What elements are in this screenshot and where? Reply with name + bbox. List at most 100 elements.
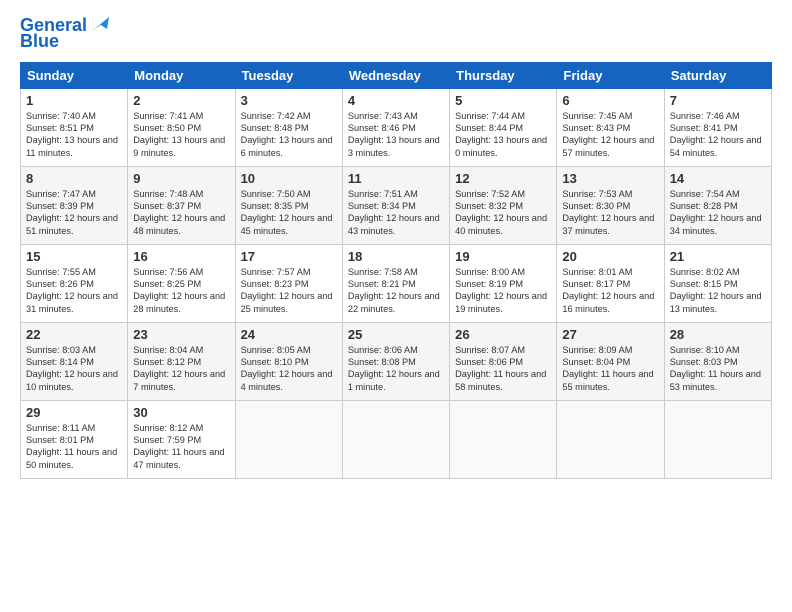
calendar-cell: 27 Sunrise: 8:09 AMSunset: 8:04 PMDaylig… xyxy=(557,322,664,400)
calendar-cell: 29 Sunrise: 8:11 AMSunset: 8:01 PMDaylig… xyxy=(21,400,128,478)
calendar-cell xyxy=(557,400,664,478)
calendar-cell: 9 Sunrise: 7:48 AMSunset: 8:37 PMDayligh… xyxy=(128,166,235,244)
cell-text: Sunrise: 7:42 AMSunset: 8:48 PMDaylight:… xyxy=(241,111,333,158)
calendar-cell: 30 Sunrise: 8:12 AMSunset: 7:59 PMDaylig… xyxy=(128,400,235,478)
calendar-cell: 1 Sunrise: 7:40 AMSunset: 8:51 PMDayligh… xyxy=(21,88,128,166)
logo-blue-text: Blue xyxy=(20,32,59,52)
calendar-cell: 22 Sunrise: 8:03 AMSunset: 8:14 PMDaylig… xyxy=(21,322,128,400)
day-number: 8 xyxy=(26,171,122,186)
day-number: 18 xyxy=(348,249,444,264)
day-header-saturday: Saturday xyxy=(664,62,771,88)
cell-text: Sunrise: 7:52 AMSunset: 8:32 PMDaylight:… xyxy=(455,189,547,236)
calendar-cell: 25 Sunrise: 8:06 AMSunset: 8:08 PMDaylig… xyxy=(342,322,449,400)
cell-text: Sunrise: 7:46 AMSunset: 8:41 PMDaylight:… xyxy=(670,111,762,158)
day-number: 16 xyxy=(133,249,229,264)
day-number: 7 xyxy=(670,93,766,108)
page: General Blue SundayMondayTuesdayWednesda… xyxy=(0,0,792,612)
header: General Blue xyxy=(20,16,772,52)
cell-text: Sunrise: 7:55 AMSunset: 8:26 PMDaylight:… xyxy=(26,267,118,314)
week-row-2: 8 Sunrise: 7:47 AMSunset: 8:39 PMDayligh… xyxy=(21,166,772,244)
calendar-cell: 20 Sunrise: 8:01 AMSunset: 8:17 PMDaylig… xyxy=(557,244,664,322)
cell-text: Sunrise: 8:02 AMSunset: 8:15 PMDaylight:… xyxy=(670,267,762,314)
calendar-cell: 10 Sunrise: 7:50 AMSunset: 8:35 PMDaylig… xyxy=(235,166,342,244)
calendar-cell xyxy=(235,400,342,478)
day-number: 26 xyxy=(455,327,551,342)
day-number: 12 xyxy=(455,171,551,186)
calendar-cell: 2 Sunrise: 7:41 AMSunset: 8:50 PMDayligh… xyxy=(128,88,235,166)
cell-text: Sunrise: 8:00 AMSunset: 8:19 PMDaylight:… xyxy=(455,267,547,314)
calendar-cell: 16 Sunrise: 7:56 AMSunset: 8:25 PMDaylig… xyxy=(128,244,235,322)
day-header-friday: Friday xyxy=(557,62,664,88)
cell-text: Sunrise: 7:41 AMSunset: 8:50 PMDaylight:… xyxy=(133,111,225,158)
day-number: 30 xyxy=(133,405,229,420)
calendar-cell: 26 Sunrise: 8:07 AMSunset: 8:06 PMDaylig… xyxy=(450,322,557,400)
calendar-cell: 4 Sunrise: 7:43 AMSunset: 8:46 PMDayligh… xyxy=(342,88,449,166)
day-number: 21 xyxy=(670,249,766,264)
day-number: 13 xyxy=(562,171,658,186)
day-number: 19 xyxy=(455,249,551,264)
calendar-cell: 3 Sunrise: 7:42 AMSunset: 8:48 PMDayligh… xyxy=(235,88,342,166)
day-header-thursday: Thursday xyxy=(450,62,557,88)
week-row-1: 1 Sunrise: 7:40 AMSunset: 8:51 PMDayligh… xyxy=(21,88,772,166)
calendar-cell: 6 Sunrise: 7:45 AMSunset: 8:43 PMDayligh… xyxy=(557,88,664,166)
cell-text: Sunrise: 7:53 AMSunset: 8:30 PMDaylight:… xyxy=(562,189,654,236)
day-header-tuesday: Tuesday xyxy=(235,62,342,88)
calendar-table: SundayMondayTuesdayWednesdayThursdayFrid… xyxy=(20,62,772,479)
day-number: 14 xyxy=(670,171,766,186)
day-number: 17 xyxy=(241,249,337,264)
calendar-cell: 15 Sunrise: 7:55 AMSunset: 8:26 PMDaylig… xyxy=(21,244,128,322)
cell-text: Sunrise: 8:07 AMSunset: 8:06 PMDaylight:… xyxy=(455,345,546,392)
calendar-cell xyxy=(342,400,449,478)
day-number: 15 xyxy=(26,249,122,264)
cell-text: Sunrise: 7:57 AMSunset: 8:23 PMDaylight:… xyxy=(241,267,333,314)
day-number: 11 xyxy=(348,171,444,186)
cell-text: Sunrise: 7:40 AMSunset: 8:51 PMDaylight:… xyxy=(26,111,118,158)
calendar-cell: 12 Sunrise: 7:52 AMSunset: 8:32 PMDaylig… xyxy=(450,166,557,244)
day-number: 29 xyxy=(26,405,122,420)
calendar-cell: 18 Sunrise: 7:58 AMSunset: 8:21 PMDaylig… xyxy=(342,244,449,322)
cell-text: Sunrise: 7:51 AMSunset: 8:34 PMDaylight:… xyxy=(348,189,440,236)
cell-text: Sunrise: 8:04 AMSunset: 8:12 PMDaylight:… xyxy=(133,345,225,392)
day-header-wednesday: Wednesday xyxy=(342,62,449,88)
calendar-cell: 19 Sunrise: 8:00 AMSunset: 8:19 PMDaylig… xyxy=(450,244,557,322)
day-number: 4 xyxy=(348,93,444,108)
day-number: 10 xyxy=(241,171,337,186)
day-number: 2 xyxy=(133,93,229,108)
calendar-cell: 8 Sunrise: 7:47 AMSunset: 8:39 PMDayligh… xyxy=(21,166,128,244)
week-row-5: 29 Sunrise: 8:11 AMSunset: 8:01 PMDaylig… xyxy=(21,400,772,478)
cell-text: Sunrise: 8:01 AMSunset: 8:17 PMDaylight:… xyxy=(562,267,654,314)
calendar-cell: 13 Sunrise: 7:53 AMSunset: 8:30 PMDaylig… xyxy=(557,166,664,244)
cell-text: Sunrise: 7:48 AMSunset: 8:37 PMDaylight:… xyxy=(133,189,225,236)
day-number: 9 xyxy=(133,171,229,186)
calendar-cell: 14 Sunrise: 7:54 AMSunset: 8:28 PMDaylig… xyxy=(664,166,771,244)
cell-text: Sunrise: 8:12 AMSunset: 7:59 PMDaylight:… xyxy=(133,423,224,470)
cell-text: Sunrise: 7:56 AMSunset: 8:25 PMDaylight:… xyxy=(133,267,225,314)
calendar-cell: 17 Sunrise: 7:57 AMSunset: 8:23 PMDaylig… xyxy=(235,244,342,322)
week-row-3: 15 Sunrise: 7:55 AMSunset: 8:26 PMDaylig… xyxy=(21,244,772,322)
week-row-4: 22 Sunrise: 8:03 AMSunset: 8:14 PMDaylig… xyxy=(21,322,772,400)
cell-text: Sunrise: 7:44 AMSunset: 8:44 PMDaylight:… xyxy=(455,111,547,158)
calendar-cell xyxy=(664,400,771,478)
cell-text: Sunrise: 7:47 AMSunset: 8:39 PMDaylight:… xyxy=(26,189,118,236)
day-number: 20 xyxy=(562,249,658,264)
calendar-cell: 24 Sunrise: 8:05 AMSunset: 8:10 PMDaylig… xyxy=(235,322,342,400)
cell-text: Sunrise: 8:09 AMSunset: 8:04 PMDaylight:… xyxy=(562,345,653,392)
logo: General Blue xyxy=(20,16,111,52)
calendar-cell: 11 Sunrise: 7:51 AMSunset: 8:34 PMDaylig… xyxy=(342,166,449,244)
day-number: 27 xyxy=(562,327,658,342)
calendar-cell: 21 Sunrise: 8:02 AMSunset: 8:15 PMDaylig… xyxy=(664,244,771,322)
day-number: 5 xyxy=(455,93,551,108)
cell-text: Sunrise: 8:03 AMSunset: 8:14 PMDaylight:… xyxy=(26,345,118,392)
calendar-cell: 23 Sunrise: 8:04 AMSunset: 8:12 PMDaylig… xyxy=(128,322,235,400)
cell-text: Sunrise: 8:06 AMSunset: 8:08 PMDaylight:… xyxy=(348,345,440,392)
day-number: 22 xyxy=(26,327,122,342)
day-number: 1 xyxy=(26,93,122,108)
calendar-cell xyxy=(450,400,557,478)
day-number: 6 xyxy=(562,93,658,108)
cell-text: Sunrise: 7:54 AMSunset: 8:28 PMDaylight:… xyxy=(670,189,762,236)
calendar-cell: 28 Sunrise: 8:10 AMSunset: 8:03 PMDaylig… xyxy=(664,322,771,400)
day-number: 23 xyxy=(133,327,229,342)
cell-text: Sunrise: 7:58 AMSunset: 8:21 PMDaylight:… xyxy=(348,267,440,314)
day-number: 28 xyxy=(670,327,766,342)
day-header-sunday: Sunday xyxy=(21,62,128,88)
